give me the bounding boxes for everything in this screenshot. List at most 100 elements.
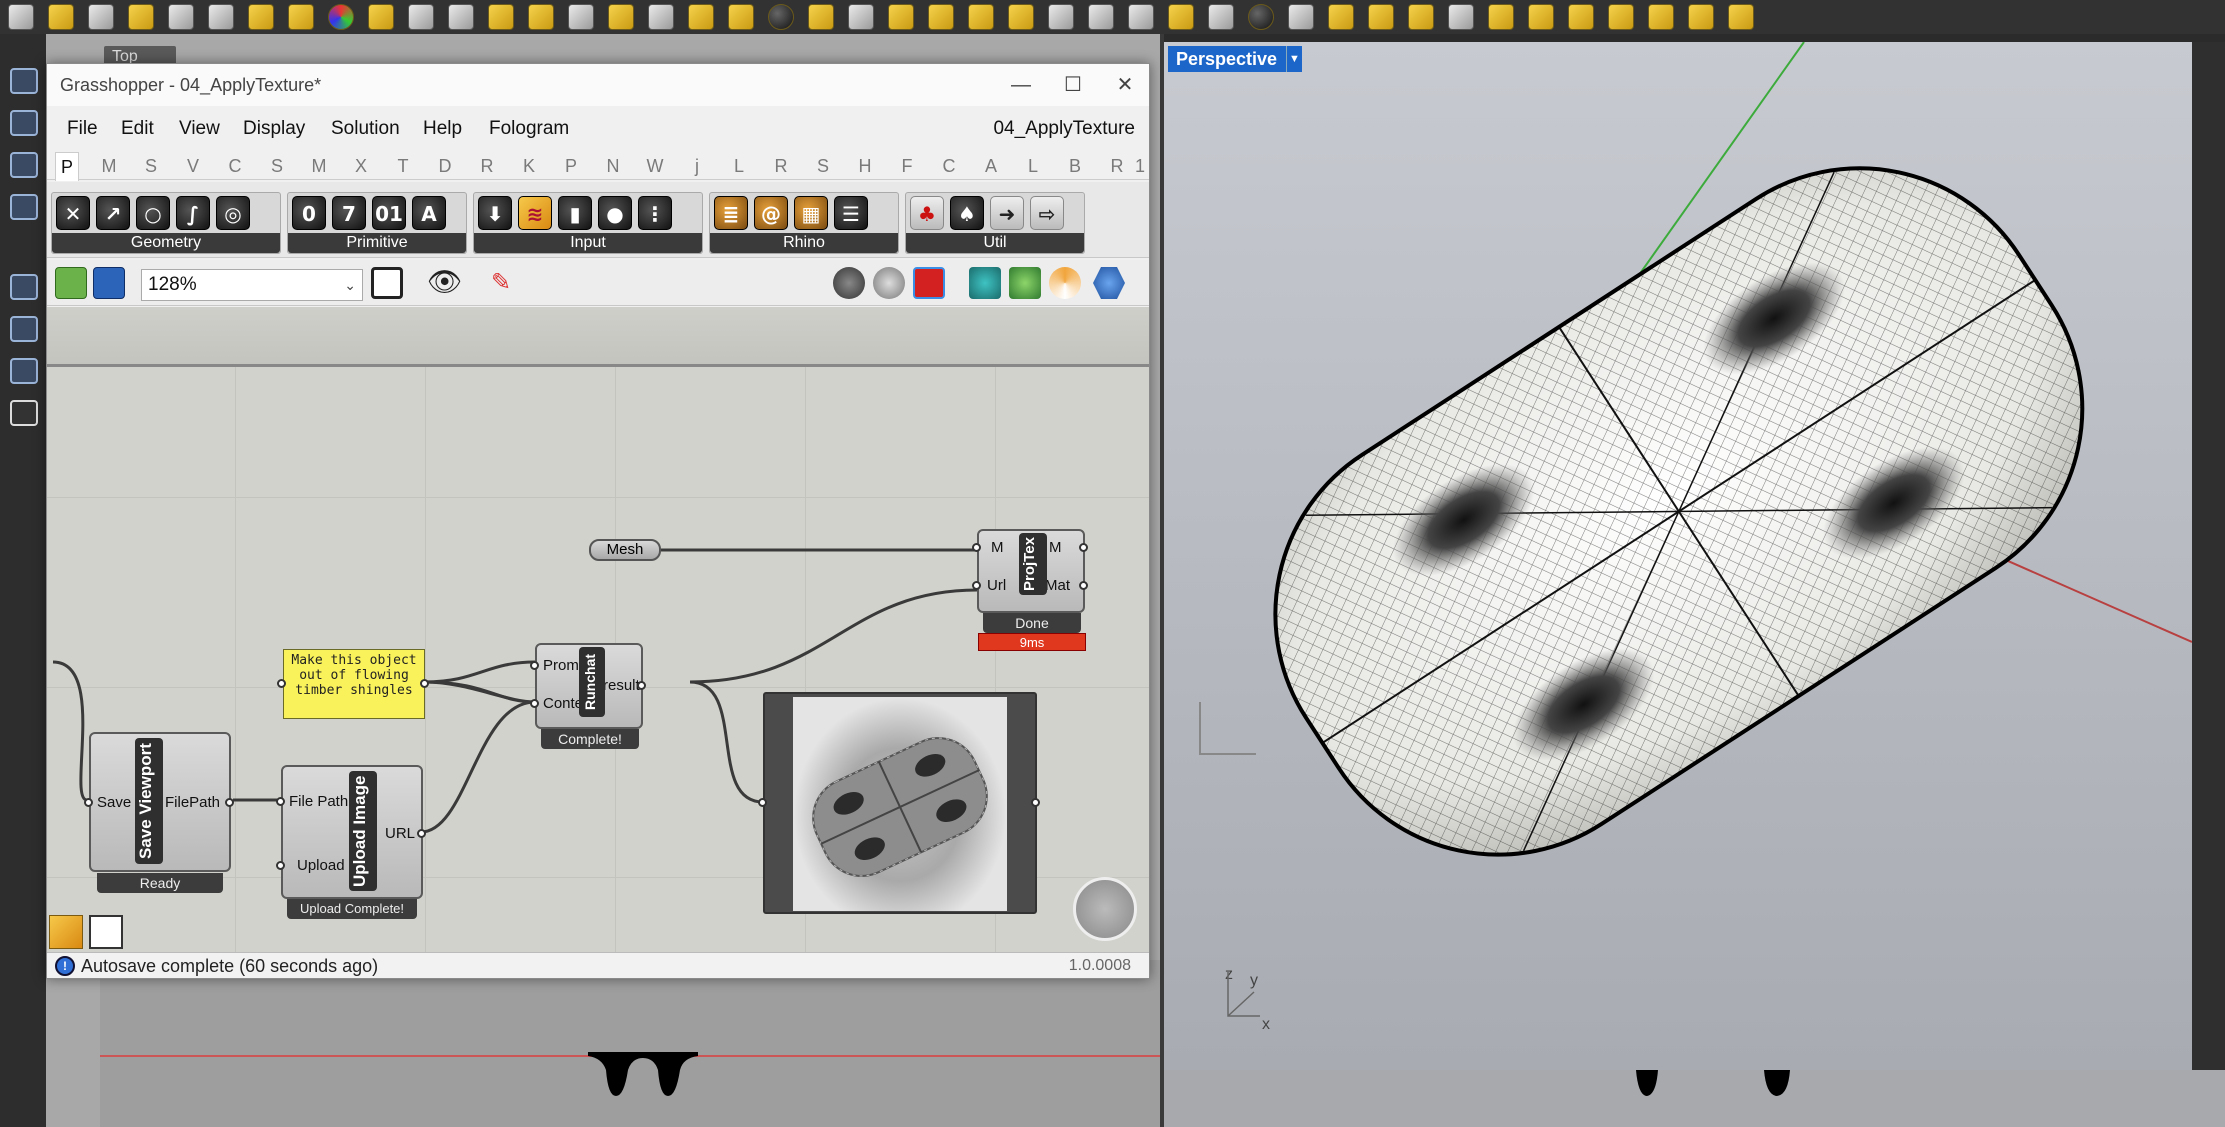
tab-l2[interactable]: L	[1021, 152, 1045, 180]
tab-transform[interactable]: T	[391, 152, 415, 180]
button-icon[interactable]: ●	[598, 196, 632, 230]
tab-maths[interactable]: M	[97, 152, 121, 180]
tab-s[interactable]: S	[811, 152, 835, 180]
tab-n[interactable]: N	[601, 152, 625, 180]
projtex-mat-output-pin[interactable]	[1079, 581, 1088, 590]
projtex-m-input-pin[interactable]	[972, 543, 981, 552]
stairs-icon[interactable]	[688, 4, 714, 30]
boolean-hex-icon[interactable]: 01	[372, 196, 406, 230]
minimize-icon[interactable]: —	[1003, 70, 1039, 100]
mesh-parameter[interactable]: Mesh	[589, 539, 661, 561]
cherry-icon[interactable]: ♣	[910, 196, 944, 230]
transform-icon[interactable]	[648, 4, 674, 30]
package-icon[interactable]	[1728, 4, 1754, 30]
arrow-right-icon[interactable]: ➜	[990, 196, 1024, 230]
spiral-icon[interactable]	[1048, 4, 1074, 30]
search-icon[interactable]	[1448, 4, 1474, 30]
brush-icon[interactable]	[1408, 4, 1434, 30]
render-sphere-icon[interactable]	[768, 4, 794, 30]
gear-icon[interactable]	[1088, 4, 1114, 30]
runchat-result-pin[interactable]	[637, 681, 646, 690]
menu-display[interactable]: Display	[243, 112, 305, 146]
upload-image-filepath-pin[interactable]	[276, 797, 285, 806]
cones-icon[interactable]	[488, 4, 514, 30]
color-wheel-icon[interactable]	[328, 4, 354, 30]
tab-j[interactable]: j	[685, 152, 709, 180]
preview-wire-icon[interactable]	[873, 267, 905, 299]
link-icon[interactable]	[1128, 4, 1154, 30]
undo-icon[interactable]	[168, 4, 194, 30]
perspective-viewport-tab[interactable]: Perspective	[1168, 46, 1290, 72]
list-icon[interactable]	[88, 4, 114, 30]
cross-hex-icon[interactable]: ✕	[56, 196, 90, 230]
block-icon[interactable]	[968, 4, 994, 30]
arrow-outline-icon[interactable]: ⇨	[1030, 196, 1064, 230]
key-icon[interactable]	[1608, 4, 1634, 30]
integer-hex-icon[interactable]: 7	[332, 196, 366, 230]
check-icon[interactable]	[10, 400, 38, 426]
tab-display[interactable]: D	[433, 152, 457, 180]
maximize-icon[interactable]: ☐	[1055, 70, 1091, 100]
menu-fologram[interactable]: Fologram	[489, 112, 569, 146]
perspective-viewport[interactable]	[1164, 42, 2192, 1070]
display-icon[interactable]	[1248, 4, 1274, 30]
eraser-icon[interactable]	[928, 4, 954, 30]
cube-icon[interactable]	[1008, 4, 1034, 30]
pointer-tool-icon[interactable]	[8, 4, 34, 30]
runchat-prompt-pin[interactable]	[530, 661, 539, 670]
projtex-component[interactable]: M Url M Mat ProjTex	[972, 529, 1088, 613]
circle-hex-icon[interactable]: ○	[136, 196, 170, 230]
save-viewport-save-pin[interactable]	[84, 798, 93, 807]
polyline-icon[interactable]	[10, 68, 38, 94]
tab-pufferfish[interactable]: P	[559, 152, 583, 180]
save-icon[interactable]	[1568, 4, 1594, 30]
gh-canvas[interactable]: Mesh Make this object out of flowing tim…	[47, 307, 1149, 952]
save-viewport-component[interactable]: Save FilePath Save Viewport	[84, 732, 234, 872]
document-icon[interactable]	[888, 4, 914, 30]
image-viewer-component[interactable]	[758, 692, 1040, 914]
shield-icon[interactable]	[1528, 4, 1554, 30]
grid-hex-icon[interactable]: ▦	[794, 196, 828, 230]
tab-r[interactable]: R	[769, 152, 793, 180]
image-viewer-input-pin[interactable]	[758, 798, 767, 807]
tab-b[interactable]: B	[1063, 152, 1087, 180]
runchat-context-pin[interactable]	[530, 699, 539, 708]
spiral-hex-icon[interactable]: @	[754, 196, 788, 230]
tab-params[interactable]: P	[55, 152, 79, 181]
document-name[interactable]: 04_ApplyTexture	[993, 112, 1135, 146]
panel-input-pin[interactable]	[277, 679, 286, 688]
image-widget-icon[interactable]	[89, 915, 123, 949]
projtex-url-input-pin[interactable]	[972, 581, 981, 590]
projtex-m-output-pin[interactable]	[1079, 543, 1088, 552]
tab-intersect[interactable]: X	[349, 152, 373, 180]
text-hex-icon[interactable]: A	[412, 196, 446, 230]
grid-icon[interactable]	[1488, 4, 1514, 30]
tools-icon[interactable]	[1688, 4, 1714, 30]
cylinder-icon[interactable]	[10, 194, 38, 220]
preview-quality-icon[interactable]	[1049, 267, 1081, 299]
tab-rhino[interactable]: R	[475, 152, 499, 180]
toggle-icon[interactable]: ▮	[558, 196, 592, 230]
points-icon[interactable]	[408, 4, 434, 30]
table-hex-icon[interactable]: ☰	[834, 196, 868, 230]
graph-widget-icon[interactable]	[49, 915, 83, 949]
preview-mesh-icon[interactable]	[1009, 267, 1041, 299]
prompt-text-panel[interactable]: Make this object out of flowing timber s…	[283, 649, 425, 719]
info-icon[interactable]: !	[55, 956, 75, 976]
pyramid-icon[interactable]	[1168, 4, 1194, 30]
array-icon[interactable]	[10, 316, 38, 342]
solid-box-icon[interactable]	[288, 4, 314, 30]
document-settings-icon[interactable]	[1093, 267, 1125, 299]
sketch-pen-icon[interactable]: ✎	[485, 267, 517, 299]
close-icon[interactable]: ✕	[1107, 70, 1143, 100]
menu-view[interactable]: View	[179, 112, 220, 146]
upload-image-url-pin[interactable]	[417, 829, 426, 838]
upload-image-upload-pin[interactable]	[276, 861, 285, 870]
surface-hex-icon[interactable]: ◎	[216, 196, 250, 230]
grid-array-icon[interactable]	[10, 358, 38, 384]
menu-help[interactable]: Help	[423, 112, 462, 146]
navigation-compass-icon[interactable]	[1073, 877, 1137, 941]
tab-a[interactable]: A	[979, 152, 1003, 180]
curve-icon[interactable]	[10, 110, 38, 136]
tab-vector[interactable]: V	[181, 152, 205, 180]
